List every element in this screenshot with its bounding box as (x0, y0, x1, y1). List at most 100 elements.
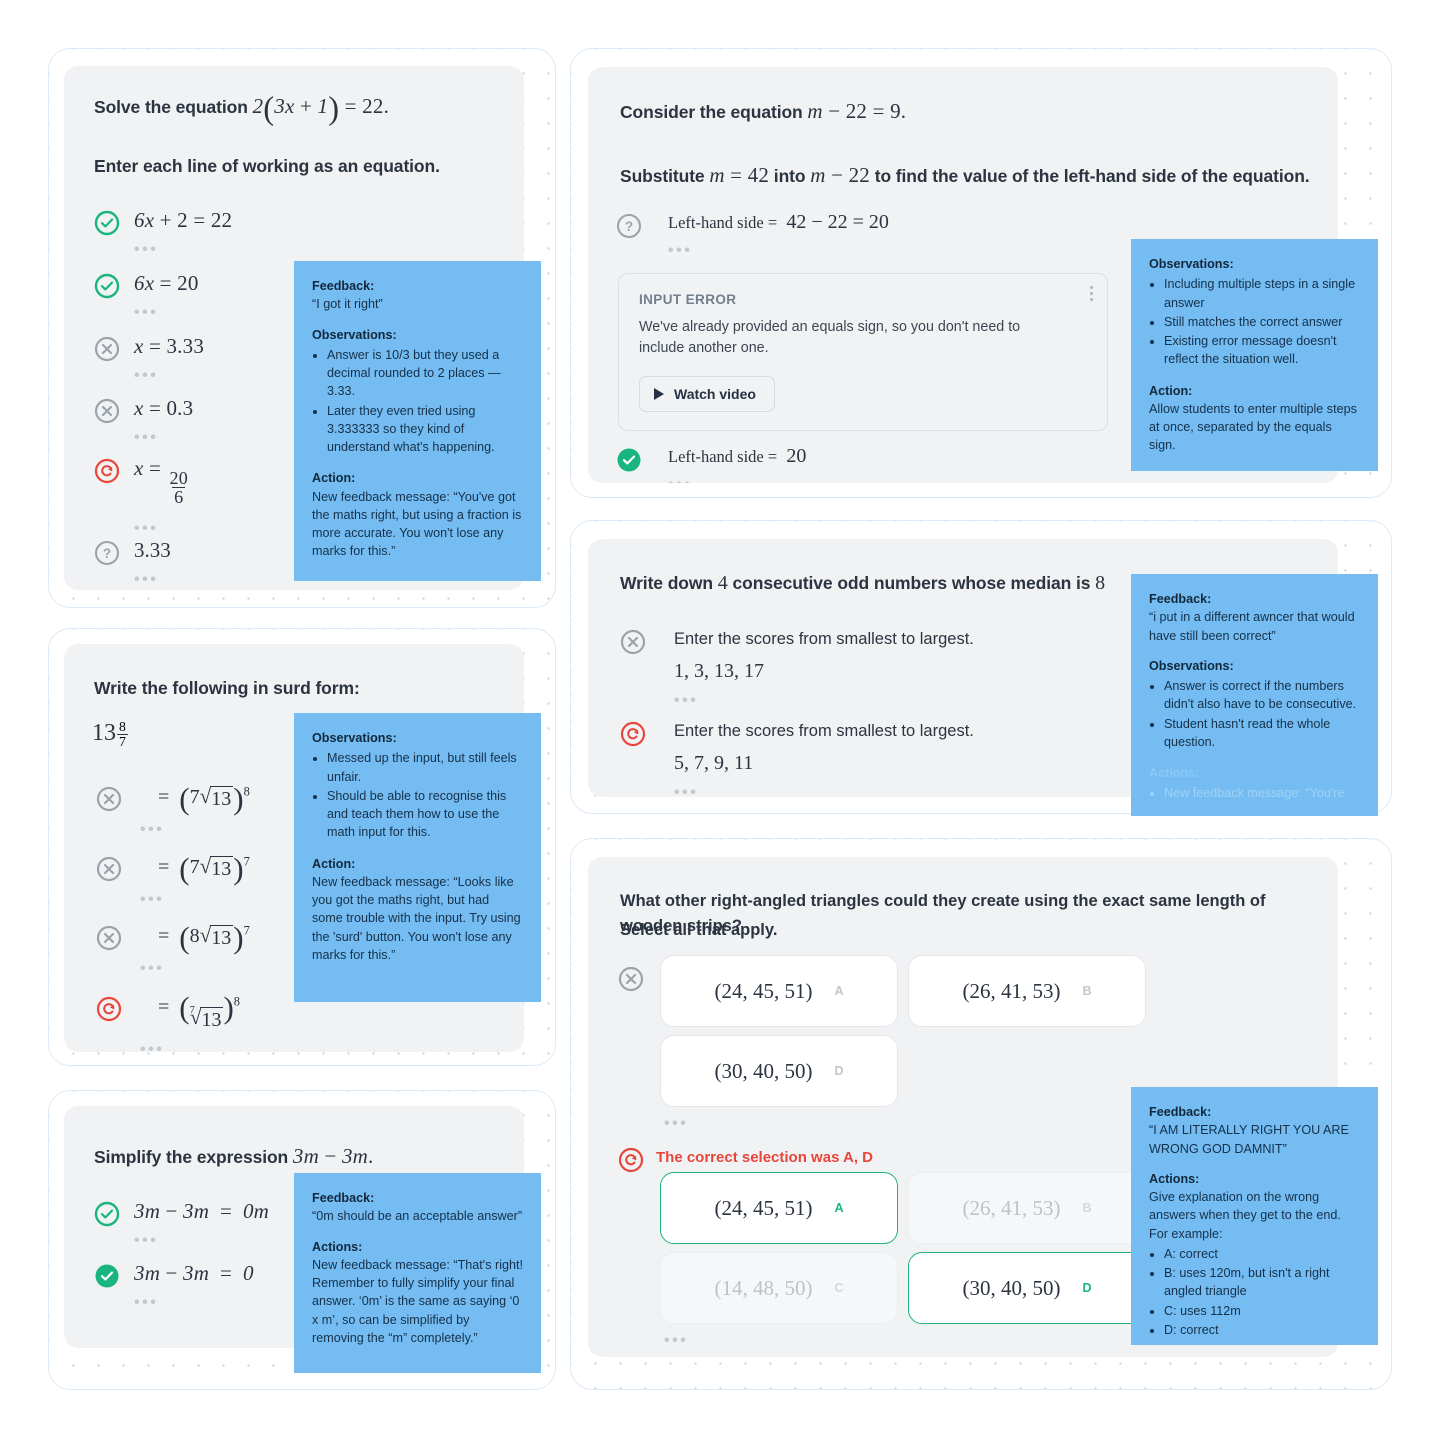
annotation-note-simplify: Feedback: “0m should be an acceptable an… (294, 1173, 541, 1373)
row-menu-dots[interactable]: ••• (664, 1116, 688, 1132)
svg-text:?: ? (103, 546, 111, 561)
error-body: We've already provided an equals sign, s… (639, 319, 1021, 357)
retry-circle-icon (620, 721, 646, 747)
more-vertical-icon[interactable] (1089, 286, 1093, 301)
option-button[interactable]: (24, 45, 51) A (660, 1172, 898, 1244)
instruction-part-c: to find the value of the left-hand side … (869, 166, 1310, 186)
row-menu-dots[interactable]: ••• (134, 242, 232, 258)
note-observations-list: Including multiple steps in a single ans… (1149, 275, 1360, 368)
question-circle-icon: ? (616, 213, 642, 239)
row-menu-dots[interactable]: ••• (134, 572, 171, 588)
question-circle-icon: ? (94, 540, 120, 566)
answer-row[interactable]: 6x = 20 ••• (94, 271, 199, 321)
option-button[interactable]: (26, 41, 53) B (908, 1172, 1146, 1244)
answer-row[interactable]: ? 3.33 ••• (94, 538, 171, 588)
play-icon (654, 387, 664, 400)
list-item: Messed up the input, but still feels unf… (327, 749, 523, 786)
answer-row[interactable]: 6x + 2 = 22 ••• (94, 208, 232, 258)
answer-row[interactable]: x = 3.33 ••• (94, 334, 204, 384)
answer-row[interactable]: x = 20 6 ••• (94, 456, 191, 537)
answer-value: Enter the scores from smallest to larges… (674, 627, 974, 709)
annotation-note-triangles: Feedback: “I AM LITERALLY RIGHT YOU ARE … (1131, 1087, 1378, 1345)
answer-value: Enter the scores from smallest to larges… (674, 719, 974, 797)
answer-row[interactable]: = (7 √ 13)7 ••• (96, 850, 250, 909)
heading-part-a: Write down (620, 573, 718, 593)
retry-circle-icon (94, 458, 120, 484)
question-heading-simplify: Simplify the expression 3m − 3m. (94, 1144, 374, 1168)
answer-row[interactable]: Left-hand side = 20 ••• (616, 445, 806, 483)
annotation-note-surd: Observations: Messed up the input, but s… (294, 713, 541, 1002)
answer-row[interactable]: Enter the scores from smallest to larges… (620, 719, 974, 797)
row-menu-dots[interactable]: ••• (140, 892, 250, 908)
row-menu-dots[interactable]: ••• (664, 1333, 688, 1349)
watch-video-button[interactable]: Watch video (639, 375, 775, 412)
note-feedback-label: Feedback: (312, 279, 375, 293)
option-button[interactable]: (26, 41, 53) B (908, 955, 1146, 1027)
answer-label: Left-hand side = (668, 447, 782, 466)
list-item: Should be able to recognise this and tea… (327, 787, 523, 842)
note-feedback-text: “0m should be an acceptable answer” (312, 1209, 523, 1224)
list-item: Answer is 10/3 but they used a decimal r… (327, 346, 523, 401)
answer-row[interactable]: = (7 √ 13)8 ••• (96, 783, 250, 838)
cross-circle-icon (96, 856, 122, 882)
answer-row[interactable]: = (7 √ 13)8 ••• (96, 992, 240, 1052)
answer-row[interactable]: 3m − 3m = 0 ••• (94, 1261, 254, 1311)
cross-circle-icon (96, 786, 122, 812)
note-action-text: Allow students to enter multiple steps a… (1149, 401, 1357, 453)
answer-row[interactable]: Enter the scores from smallest to larges… (620, 627, 974, 709)
note-observations-label: Observations: (1149, 658, 1234, 673)
note-action-label: Action: (312, 856, 356, 871)
note-observations-list: Answer is 10/3 but they used a decimal r… (312, 346, 523, 457)
question-heading-substitute: Consider the equation m − 22 = 9. (620, 99, 907, 123)
answer-value: = (7 √ 13)8 ••• (140, 992, 240, 1052)
note-action-label: Action: (1149, 383, 1193, 398)
answer-value: x = 20 6 ••• (134, 456, 191, 537)
row-menu-dots[interactable]: ••• (140, 961, 250, 977)
answer-label: Left-hand side = (668, 213, 782, 232)
option-button[interactable]: (14, 48, 50) C (660, 1252, 898, 1324)
question-heading-triangles-line2: Select all that apply. (620, 921, 778, 939)
answer-value: = (8 √ 13)7 ••• (140, 919, 250, 978)
panel-solve-equation: Solve the equation 2(3x + 1) = 22. Enter… (48, 48, 556, 608)
row-menu-dots[interactable]: ••• (134, 1295, 254, 1311)
instruction-solve: Enter each line of working as an equatio… (94, 156, 440, 176)
option-value: (24, 45, 51) (714, 978, 813, 1003)
option-button[interactable]: (30, 40, 50) D (908, 1252, 1146, 1324)
note-observations-label: Observations: (312, 327, 397, 342)
note-observations-label: Observations: (312, 731, 397, 745)
answer-row[interactable]: = (8 √ 13)7 ••• (96, 919, 250, 978)
row-menu-dots[interactable]: ••• (140, 822, 250, 838)
answer-value: = (7 √ 13)7 ••• (140, 850, 250, 909)
option-letter: D (834, 1064, 844, 1078)
error-title: INPUT ERROR (639, 292, 737, 307)
answer-row[interactable]: 3m − 3m = 0m ••• (94, 1199, 269, 1249)
answer-row[interactable]: ? Left-hand side = 42 − 22 = 20 ••• (616, 211, 889, 259)
screenshot-root: Solve the equation 2(3x + 1) = 22. Enter… (0, 0, 1440, 1440)
row-menu-dots[interactable]: ••• (674, 784, 974, 797)
option-button[interactable]: (30, 40, 50) D (660, 1035, 898, 1107)
correct-selection-message: The correct selection was A, D (656, 1149, 874, 1166)
row-menu-dots[interactable]: ••• (668, 243, 889, 259)
option-letter: D (1082, 1281, 1092, 1295)
list-item: New feedback message: “You're (1164, 784, 1360, 802)
row-menu-dots[interactable]: ••• (134, 521, 191, 537)
row-menu-dots[interactable]: ••• (134, 1233, 269, 1249)
option-value: (26, 41, 53) (962, 978, 1061, 1003)
answer-numbers: 1, 3, 13, 17 (674, 659, 764, 682)
row-menu-dots[interactable]: ••• (674, 692, 974, 709)
watch-video-label: Watch video (674, 385, 756, 402)
answer-value: 3m − 3m = 0m ••• (134, 1199, 270, 1249)
row-menu-dots[interactable]: ••• (668, 477, 806, 484)
row-menu-dots[interactable]: ••• (134, 430, 193, 446)
note-actions-label: Actions: (1149, 766, 1200, 780)
list-item: Including multiple steps in a single ans… (1164, 275, 1360, 312)
note-observations-list: Messed up the input, but still feels unf… (312, 749, 523, 841)
row-menu-dots[interactable]: ••• (134, 368, 204, 384)
list-item: A: correct (1164, 1245, 1360, 1263)
answer-row[interactable]: x = 0.3 ••• (94, 396, 193, 446)
option-value: (24, 45, 51) (714, 1195, 813, 1220)
option-button[interactable]: (24, 45, 51) A (660, 955, 898, 1027)
row-menu-dots[interactable]: ••• (140, 1041, 240, 1052)
row-menu-dots[interactable]: ••• (134, 305, 199, 321)
note-action-text: New feedback message: “Looks like you go… (312, 874, 521, 962)
